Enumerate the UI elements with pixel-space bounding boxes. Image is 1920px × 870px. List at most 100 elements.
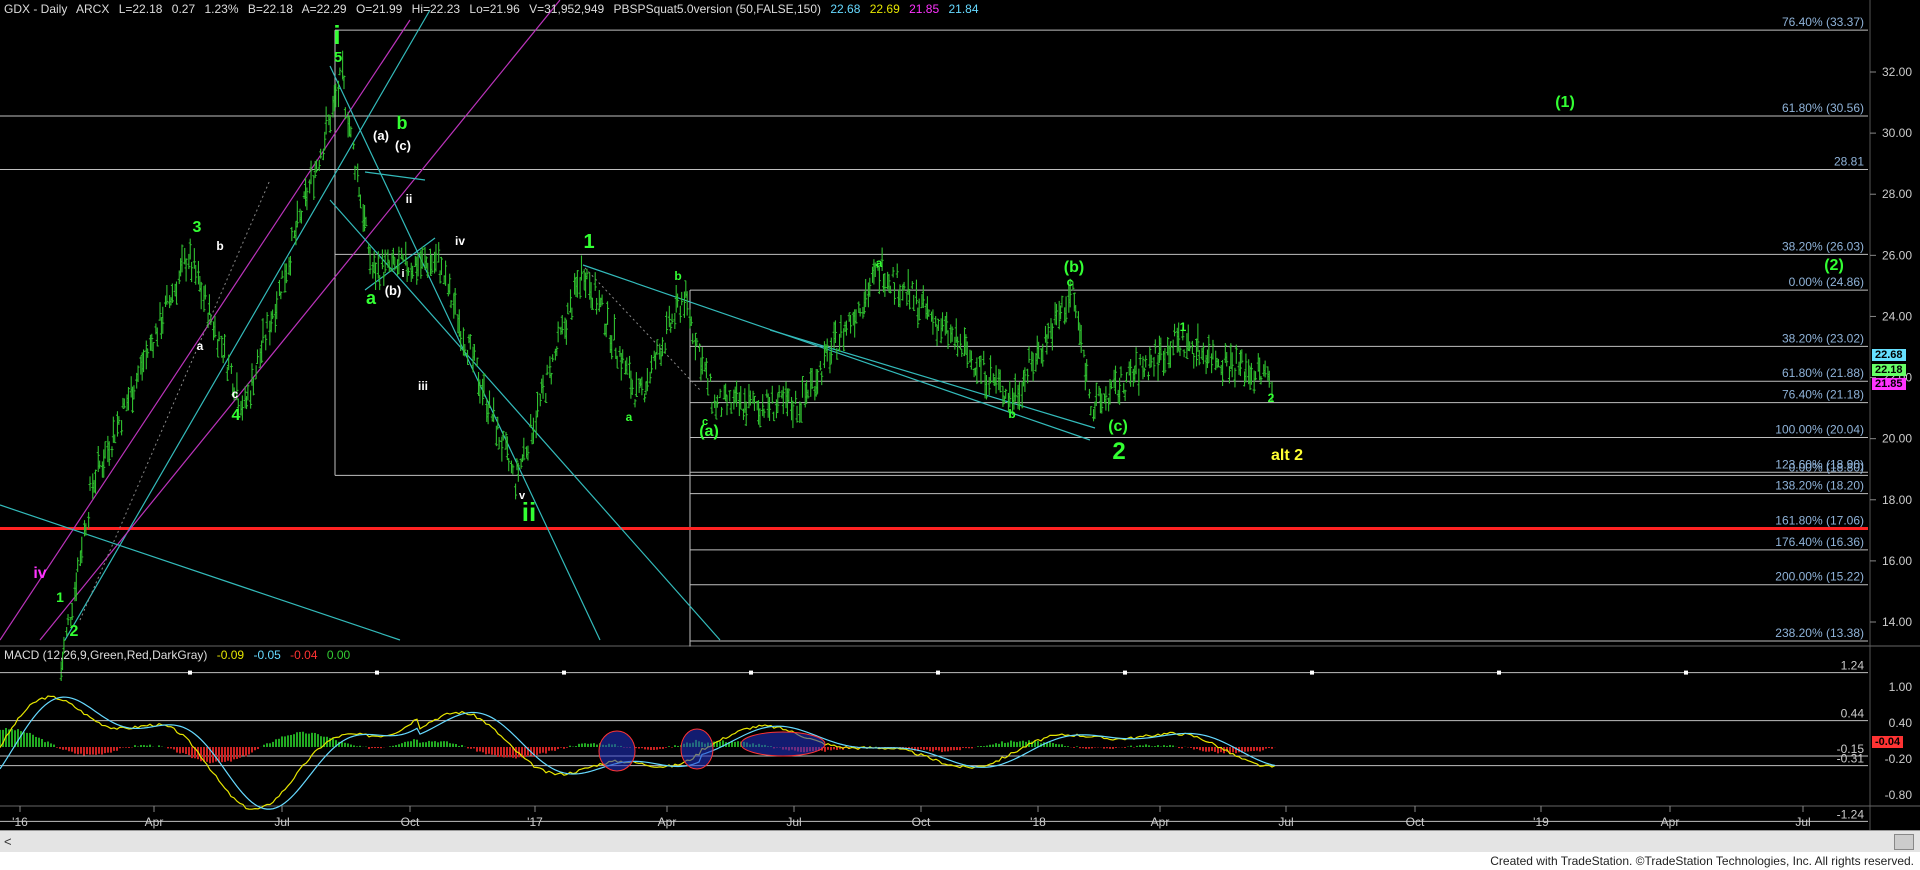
macd-header: MACD (12,26,9,Green,Red,DarkGray) -0.09 …	[4, 648, 356, 662]
time-axis-label: Jul	[1795, 815, 1810, 829]
wave-label: 4	[232, 407, 241, 424]
wave-label: (b)	[385, 283, 402, 298]
price-chart[interactable]: 76.40% (33.37) 61.80% (30.56) 28.81 38.20% …	[0, 0, 1920, 870]
time-axis-label: Jul	[1278, 815, 1293, 829]
macd-dot	[375, 670, 379, 675]
high-price: Hi=22.23	[411, 2, 461, 16]
footer-text: Created with TradeStation. ©TradeStation…	[1490, 854, 1914, 868]
net-change: 0.27	[171, 2, 196, 16]
exchange-label: ARCX	[76, 2, 110, 16]
macd-level-label: 1.24	[1841, 659, 1865, 673]
wave-label: alt 2	[1271, 447, 1303, 464]
macd-dot	[1497, 670, 1501, 675]
wave-label: c	[232, 387, 239, 401]
macd-value-4: 0.00	[326, 648, 351, 662]
volume: V=31,952,949	[529, 2, 605, 16]
wave-label: iv	[455, 234, 465, 248]
wave-label: b	[674, 269, 681, 283]
macd-dot	[188, 670, 192, 675]
price-axis-label: 20.00	[1882, 432, 1912, 446]
macd-axis-label: 1.00	[1889, 680, 1913, 694]
price-axis-label: 24.00	[1882, 309, 1912, 323]
horizontal-scrollbar[interactable]: <	[0, 830, 1920, 853]
wave-label: 2	[1268, 391, 1275, 405]
macd-dot	[562, 670, 566, 675]
wave-label: a	[876, 256, 883, 270]
macd-dot	[1310, 670, 1314, 675]
fib-label: 176.40% (16.36)	[1775, 535, 1864, 549]
macd-highlight-ellipse	[598, 730, 636, 772]
macd-level-label: 0.44	[1841, 707, 1865, 721]
wave-label: 1	[583, 231, 594, 253]
wave-label: 1	[1180, 320, 1187, 334]
price-axis-label: 26.00	[1882, 248, 1912, 262]
macd-value-1: -0.09	[216, 648, 245, 662]
price-axis-label: 14.00	[1882, 615, 1912, 629]
wave-label: i	[333, 20, 340, 50]
fib-label: 161.80% (17.06)	[1775, 514, 1864, 528]
fib-label: 138.20% (18.20)	[1775, 479, 1864, 493]
wave-label: 5	[334, 49, 342, 66]
fib-label: 76.40% (33.37)	[1782, 15, 1864, 29]
wave-label: 1	[56, 589, 64, 605]
fib-label: 28.81	[1834, 154, 1864, 168]
wave-label: ii	[406, 192, 413, 206]
macd-level-label: -0.31	[1837, 752, 1865, 766]
macd-highlight-ellipse	[740, 731, 826, 757]
wave-label: 3	[193, 219, 202, 236]
wave-label: (b)	[1064, 259, 1084, 276]
macd-level-label: -1.24	[1837, 807, 1865, 821]
fib-label: 61.80% (21.88)	[1782, 366, 1864, 380]
price-axis-label: 16.00	[1882, 554, 1912, 568]
time-axis-label: '18	[1030, 815, 1046, 829]
macd-dot	[936, 670, 940, 675]
fib-label: 200.00% (15.22)	[1775, 570, 1864, 584]
macd-value-2: -0.05	[253, 648, 281, 662]
symbol-label: GDX - Daily	[4, 2, 68, 16]
ask-price: A=22.29	[301, 2, 347, 16]
macd-dot	[1123, 670, 1127, 675]
wave-label: 2	[1112, 438, 1125, 465]
fib-label: 76.40% (21.18)	[1782, 388, 1864, 402]
open-price: O=21.99	[355, 2, 403, 16]
pct-change: 1.23%	[204, 2, 239, 16]
time-axis-label: Apr	[658, 815, 677, 829]
macd-tag: -0.04	[1872, 736, 1904, 748]
wave-label: a	[626, 410, 633, 424]
wave-label: iv	[33, 565, 46, 582]
macd-value-3: -0.04	[290, 648, 318, 662]
time-axis-label: '16	[12, 815, 28, 829]
wave-label: (c)	[1108, 418, 1128, 435]
wave-label: a	[197, 339, 204, 353]
time-axis-label: Oct	[401, 815, 420, 829]
footer-bar: Created with TradeStation. ©TradeStation…	[0, 852, 1920, 870]
time-axis-label: Apr	[1661, 815, 1680, 829]
time-axis-label: Apr	[145, 815, 164, 829]
fib-label: 0.00% (24.86)	[1789, 275, 1864, 289]
price-axis-label: 32.00	[1882, 65, 1912, 79]
price-axis-label: 28.00	[1882, 187, 1912, 201]
wave-label: ii	[522, 497, 536, 527]
wave-label: b	[216, 239, 223, 253]
price-tag-last: 22.18	[1872, 364, 1906, 376]
wave-label: (1)	[1555, 94, 1575, 111]
last-price: L=22.18	[118, 2, 163, 16]
scroll-thumb[interactable]	[1894, 834, 1914, 850]
bid-price: B=22.18	[247, 2, 293, 16]
wave-label: (c)	[395, 138, 411, 153]
wave-label: (a)	[699, 423, 719, 440]
time-axis-label: Oct	[1406, 815, 1425, 829]
indicator-label: PBSPSquat5.0version (50,FALSE,150)	[613, 2, 822, 16]
price-tag-indicator: 22.68	[1872, 349, 1906, 361]
time-axis-label: Apr	[1151, 815, 1170, 829]
time-axis-label: Oct	[912, 815, 931, 829]
price-axis-label: 18.00	[1882, 493, 1912, 507]
wave-label: b	[1008, 407, 1015, 421]
indicator-value-2: 22.69	[869, 2, 900, 16]
fib-label: 38.20% (23.02)	[1782, 331, 1864, 345]
price-tag-magenta: 21.85	[1872, 378, 1906, 390]
scroll-left-arrow-icon[interactable]: <	[4, 834, 12, 849]
time-axis-label: '17	[527, 815, 543, 829]
time-axis-label: Jul	[274, 815, 289, 829]
chart-header: GDX - Daily ARCX L=22.18 0.27 1.23% B=22…	[4, 2, 985, 16]
